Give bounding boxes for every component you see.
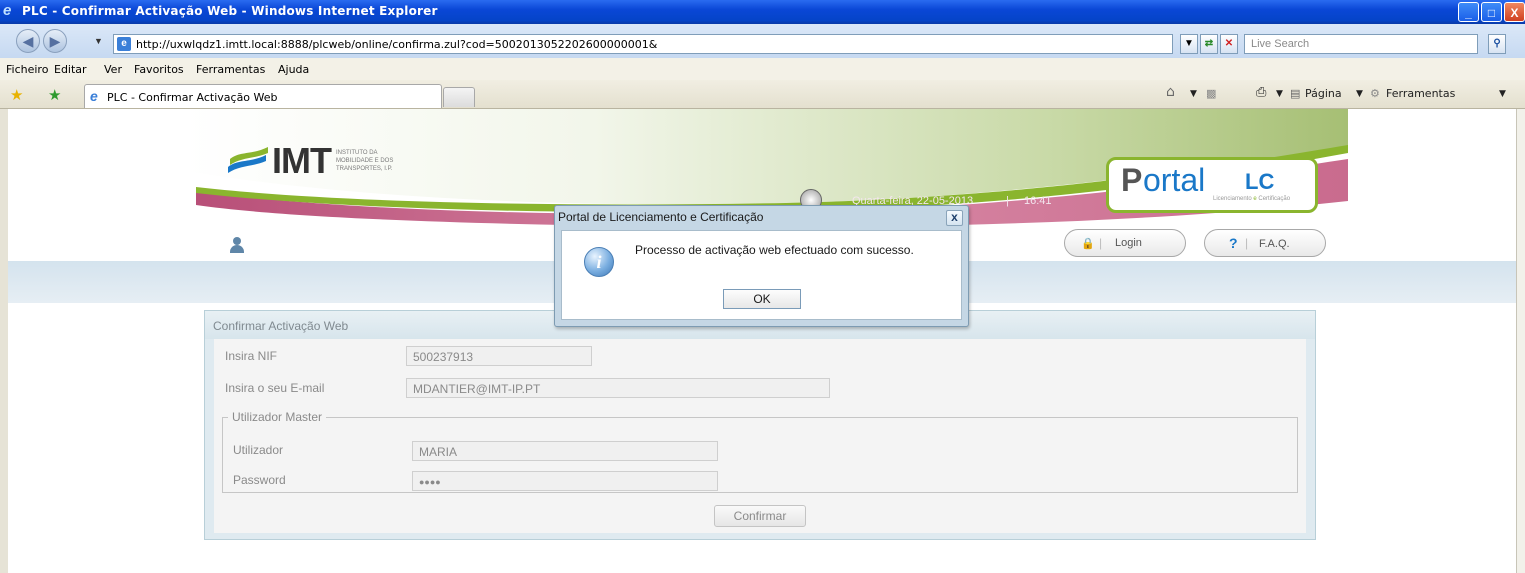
forward-button[interactable]: ▶ [43, 29, 67, 53]
window-left-border [0, 109, 8, 573]
portal-word: ortal [1143, 162, 1206, 198]
address-toolbar: ◀ ▶ ▼ e http://uxwlqdz1.imtt.local:8888/… [0, 24, 1525, 59]
user-label: Utilizador [233, 443, 284, 457]
ie-tab-icon: e [90, 88, 98, 104]
imt-institute-name: INSTITUTO DA MOBILIDADE E DOS TRANSPORTE… [336, 149, 393, 173]
user-icon [230, 237, 244, 253]
current-time: 16:41 [1024, 195, 1052, 207]
nif-label: Insira NIF [225, 349, 278, 363]
imt-logo-icon [228, 147, 268, 173]
dialog-close-icon[interactable]: x [946, 210, 963, 226]
print-icon[interactable]: ⎙ [1256, 85, 1266, 100]
nif-field[interactable]: 500237913 [406, 346, 592, 366]
help-icon: ? [1229, 235, 1238, 251]
ie-logo-icon: e [3, 2, 12, 19]
user-field[interactable]: MARIA [412, 441, 718, 461]
menu-ferramentas[interactable]: Ferramentas [196, 63, 265, 76]
menu-ajuda[interactable]: Ajuda [278, 63, 309, 76]
password-label: Password [233, 473, 286, 487]
print-dropdown-icon[interactable]: ▼ [1276, 89, 1283, 99]
dialog-title: Portal de Licenciamento e Certificação [558, 210, 764, 224]
favorites-star-icon[interactable]: ★ [10, 86, 23, 104]
menu-ver[interactable]: Ver [104, 63, 122, 76]
portal-sub-b: Certificação [1258, 196, 1291, 202]
close-button[interactable]: X [1504, 2, 1525, 22]
tools-menu[interactable]: Ferramentas [1386, 87, 1455, 100]
address-dropdown-button[interactable]: ▼ [1180, 34, 1198, 54]
panel-title: Confirmar Activação Web [213, 319, 349, 333]
password-field[interactable]: ●●●● [412, 471, 718, 491]
add-favorites-icon[interactable]: ★ [48, 86, 61, 104]
tools-dropdown-icon[interactable]: ▼ [1499, 89, 1506, 99]
menu-editar[interactable]: Editar [54, 63, 87, 76]
window-title: PLC - Confirmar Activação Web - Windows … [22, 4, 438, 18]
portal-lc-letters: LC [1245, 169, 1275, 194]
ok-button[interactable]: OK [723, 289, 801, 309]
address-url: http://uxwlqdz1.imtt.local:8888/plcweb/o… [136, 38, 658, 51]
recent-pages-icon[interactable]: ▼ [94, 36, 103, 46]
dialog-message: Processo de activação web efectuado com … [635, 243, 914, 257]
master-user-legend: Utilizador Master [228, 410, 327, 424]
portal-sub-a: Licenciamento [1213, 196, 1252, 202]
page-dropdown-icon[interactable]: ▼ [1356, 89, 1363, 99]
email-field[interactable]: MDANTIER@IMT-IP.PT [406, 378, 830, 398]
login-button[interactable]: 🔒 | Login [1064, 229, 1186, 257]
refresh-icon[interactable]: ⇄ [1200, 34, 1218, 54]
search-icon[interactable]: ⚲ [1488, 34, 1506, 54]
page-content: IMT INSTITUTO DA MOBILIDADE E DOS TRANSP… [8, 109, 1516, 573]
page-icon: e [117, 37, 131, 51]
faq-label: F.A.Q. [1259, 238, 1290, 250]
portal-lc-logo: P ortal LC Licenciamento e Certificação [1106, 157, 1318, 213]
imt-institute-line3: TRANSPORTES, I.P. [336, 166, 393, 172]
tab-plc-confirmar[interactable]: e PLC - Confirmar Activação Web [84, 84, 442, 108]
back-button[interactable]: ◀ [16, 29, 40, 53]
info-icon: i [584, 247, 614, 277]
new-tab-button[interactable] [443, 87, 475, 107]
imt-institute-line2: MOBILIDADE E DOS [336, 158, 394, 164]
date-separator: | [1006, 195, 1009, 207]
lock-icon: 🔒 [1081, 238, 1095, 250]
imt-institute-line1: INSTITUTO DA [336, 150, 378, 156]
tab-label: PLC - Confirmar Activação Web [107, 91, 278, 104]
menu-bar: Ficheiro Editar Ver Favoritos Ferramenta… [0, 58, 1525, 81]
login-separator: | [1099, 236, 1103, 250]
email-label: Insira o seu E-mail [225, 381, 325, 395]
maximize-button[interactable]: □ [1481, 2, 1502, 22]
message-dialog: Portal de Licenciamento e Certificação x… [554, 205, 969, 327]
menu-favoritos[interactable]: Favoritos [134, 63, 184, 76]
home-dropdown-icon[interactable]: ▼ [1190, 89, 1197, 99]
confirm-button[interactable]: Confirmar [714, 505, 806, 527]
portal-p-letter: P [1121, 162, 1143, 198]
portal-sub-e: e [1253, 196, 1257, 202]
home-icon[interactable]: ⌂ [1166, 84, 1175, 100]
dialog-body: i Processo de activação web efectuado co… [561, 230, 962, 320]
page-icon: ▤ [1290, 87, 1301, 100]
page-menu[interactable]: Página [1305, 87, 1342, 100]
confirm-activation-panel: Confirmar Activação Web Insira NIF 50023… [204, 310, 1316, 540]
panel-body: Insira NIF 500237913 Insira o seu E-mail… [214, 339, 1306, 533]
scrollbar[interactable] [1516, 109, 1525, 573]
master-user-group [222, 417, 1298, 493]
faq-button[interactable]: ? | F.A.Q. [1204, 229, 1326, 257]
menu-ficheiro[interactable]: Ficheiro [6, 63, 48, 76]
faq-separator: | [1245, 236, 1249, 250]
login-label: Login [1115, 237, 1142, 249]
stop-icon[interactable]: ✕ [1220, 34, 1238, 54]
portal-subtitle: Licenciamento e Certificação [1213, 196, 1290, 202]
tab-toolbar: ★ ★ e PLC - Confirmar Activação Web ⌂ ▼ … [0, 80, 1525, 109]
window-title-bar: e PLC - Confirmar Activação Web - Window… [0, 0, 1525, 24]
minimize-button[interactable]: _ [1458, 2, 1479, 22]
search-input[interactable]: Live Search [1244, 34, 1478, 54]
address-field[interactable]: e http://uxwlqdz1.imtt.local:8888/plcweb… [113, 34, 1173, 54]
imt-logo-text: IMT [272, 140, 332, 181]
feeds-icon[interactable]: ▩ [1206, 87, 1216, 100]
gear-icon: ⚙ [1370, 87, 1380, 100]
